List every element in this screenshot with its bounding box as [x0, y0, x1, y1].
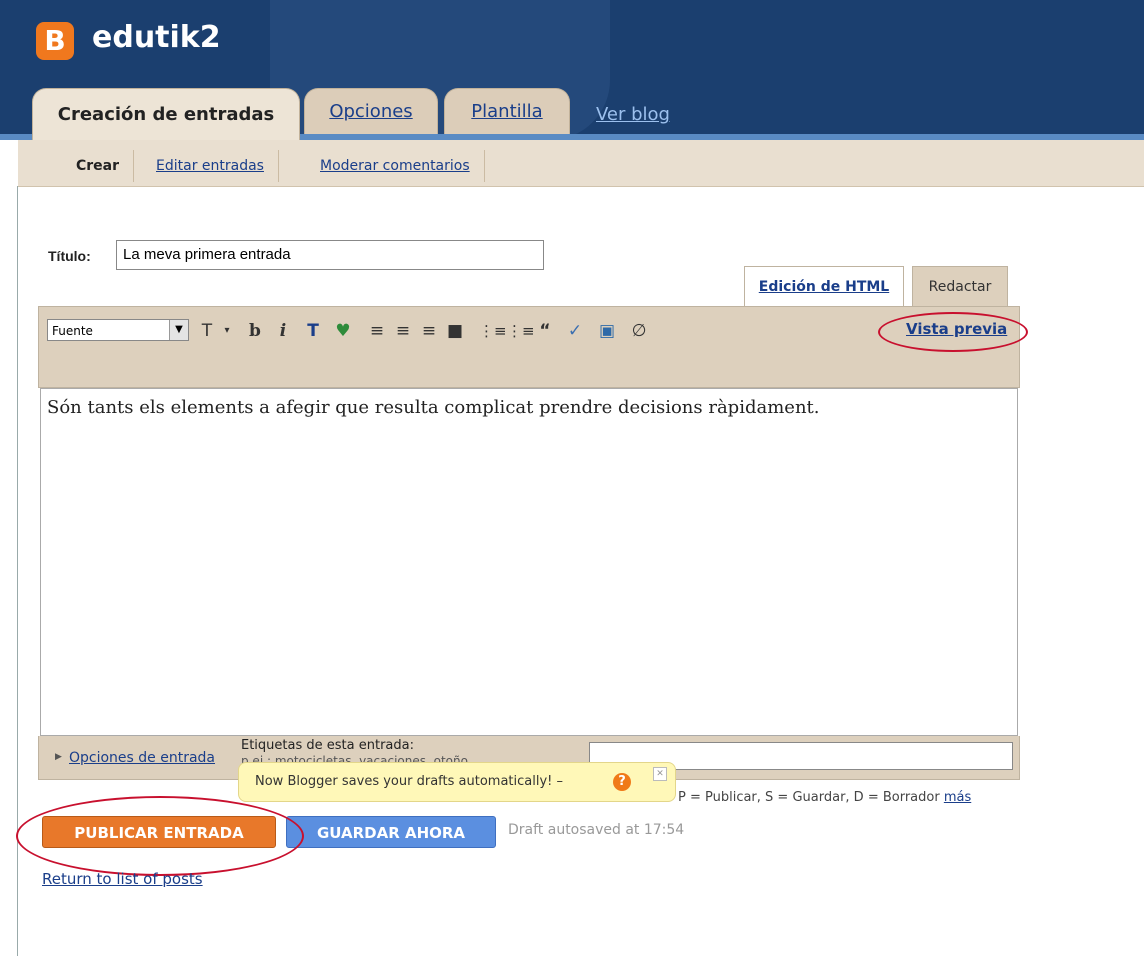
labels-title: Etiquetas de esta entrada:	[241, 738, 414, 753]
remove-formatting-icon[interactable]: ∅	[627, 319, 651, 343]
expand-triangle-icon[interactable]: ▶	[55, 752, 62, 762]
annotation-oval-publish	[16, 796, 304, 876]
tab-plantilla[interactable]: Plantilla	[444, 88, 570, 134]
title-input[interactable]: La meva primera entrada	[116, 240, 544, 270]
save-now-button[interactable]: GUARDAR AHORA	[286, 816, 496, 848]
align-right-icon[interactable]: ≡	[417, 319, 441, 343]
help-icon[interactable]: ?	[613, 773, 631, 791]
bold-icon[interactable]: b	[243, 319, 267, 343]
italic-icon[interactable]: i	[271, 319, 295, 343]
font-select[interactable]: Fuente ▼	[47, 319, 189, 341]
autosave-tooltip: Now Blogger saves your drafts automatica…	[238, 762, 676, 802]
align-justify-icon[interactable]: ■	[443, 319, 467, 343]
title-input-value: La meva primera entrada	[123, 246, 291, 263]
blog-name[interactable]: edutik2	[92, 20, 221, 55]
shortcuts-more-link[interactable]: más	[944, 790, 971, 805]
keyboard-shortcuts: P = Publicar, S = Guardar, D = Borrador …	[678, 790, 971, 805]
bulleted-list-icon[interactable]: ⋮≡	[507, 319, 535, 343]
post-options-link[interactable]: Opciones de entrada	[69, 750, 215, 766]
close-icon[interactable]: ✕	[653, 767, 667, 781]
title-label: Título:	[48, 248, 91, 264]
align-left-icon[interactable]: ≡	[365, 319, 389, 343]
chevron-down-icon[interactable]: ▼	[169, 320, 188, 340]
subtab-editar-entradas[interactable]: Editar entradas	[142, 150, 279, 182]
tab-edicion-html[interactable]: Edición de HTML	[744, 266, 904, 306]
add-image-icon[interactable]: ▣	[595, 319, 619, 343]
numbered-list-icon[interactable]: ⋮≡	[479, 319, 507, 343]
tab-opciones[interactable]: Opciones	[304, 88, 438, 134]
subtab-moderar-comentarios[interactable]: Moderar comentarios	[306, 150, 485, 182]
autosave-status: Draft autosaved at 17:54	[508, 822, 685, 838]
tooltip-text: Now Blogger saves your drafts automatica…	[255, 774, 563, 789]
font-size-dropdown-icon[interactable]: ▾	[215, 319, 239, 343]
post-body-text: Són tants els elements a afegir que resu…	[47, 397, 820, 418]
blockquote-icon[interactable]: “	[533, 319, 557, 343]
subtab-crear[interactable]: Crear	[62, 150, 135, 182]
ver-blog-link[interactable]: Ver blog	[596, 104, 670, 125]
text-color-icon[interactable]: T	[301, 319, 325, 343]
editor-toolbar: Fuente ▼ T ▾ b i T ♥ ≡ ≡ ≡ ■ ⋮≡ ⋮≡ “ ✓ ▣…	[38, 306, 1020, 388]
annotation-oval-preview	[878, 312, 1028, 352]
sub-navigation: Crear Editar entradas Moderar comentario…	[18, 140, 1144, 187]
shortcuts-text: P = Publicar, S = Guardar, D = Borrador	[678, 790, 940, 805]
align-center-icon[interactable]: ≡	[391, 319, 415, 343]
post-body-editor[interactable]: Són tants els elements a afegir que resu…	[40, 388, 1018, 736]
tab-creacion-entradas[interactable]: Creación de entradas	[32, 88, 300, 140]
link-icon[interactable]: ♥	[331, 319, 355, 343]
blogger-logo-icon[interactable]: B	[36, 22, 74, 60]
return-to-posts-link[interactable]: Return to list of posts	[42, 870, 203, 888]
font-select-value: Fuente	[52, 324, 93, 338]
tab-redactar[interactable]: Redactar	[912, 266, 1008, 306]
spellcheck-icon[interactable]: ✓	[563, 319, 587, 343]
